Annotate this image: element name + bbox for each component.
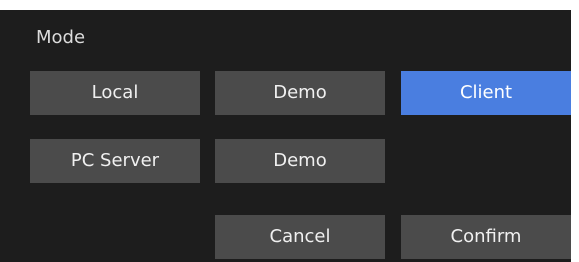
mode-button-client[interactable]: Client <box>401 71 571 115</box>
cancel-button[interactable]: Cancel <box>215 215 385 259</box>
mode-dialog: Mode Local Demo Client PC Server Demo Ca… <box>0 10 571 262</box>
dialog-title: Mode <box>36 27 86 48</box>
mode-button-demo[interactable]: Demo <box>215 71 385 115</box>
mode-button-local[interactable]: Local <box>30 71 200 115</box>
confirm-button[interactable]: Confirm <box>401 215 571 259</box>
mode-button-pc-server[interactable]: PC Server <box>30 139 200 183</box>
mode-button-demo-2[interactable]: Demo <box>215 139 385 183</box>
